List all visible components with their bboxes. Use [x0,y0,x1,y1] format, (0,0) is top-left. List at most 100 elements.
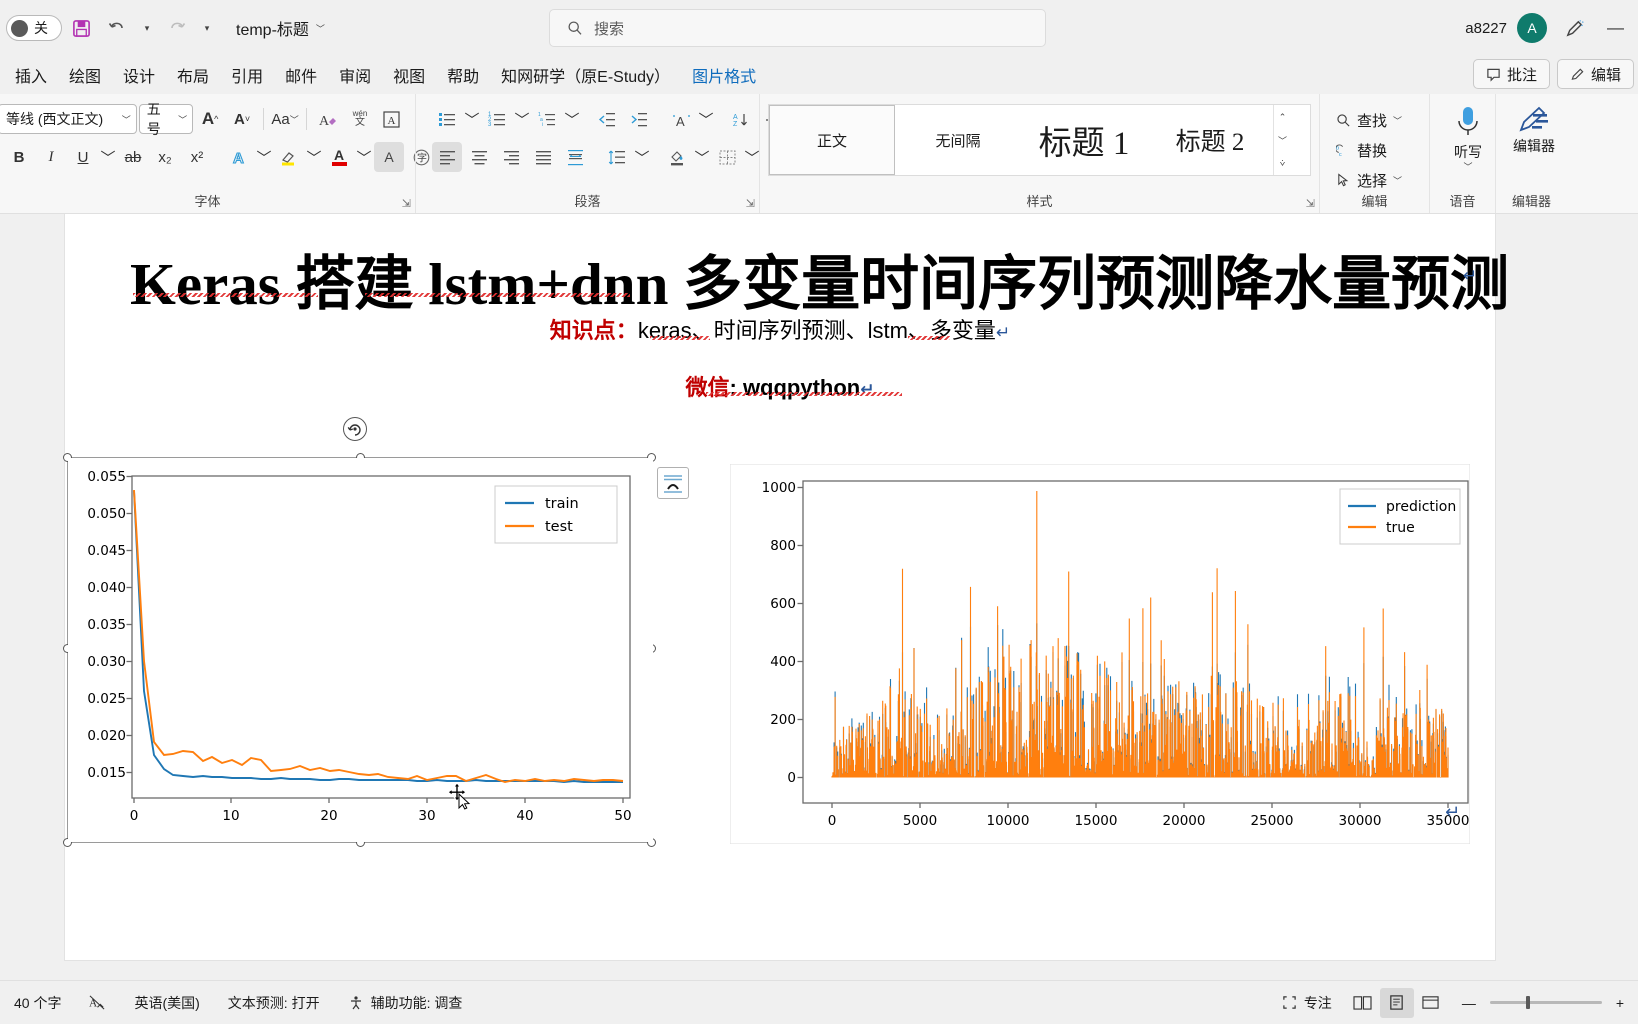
redo-icon[interactable] [160,11,194,45]
undo-dropdown-icon[interactable]: ▾ [136,11,158,45]
zoom-out-button[interactable]: — [1448,995,1490,1011]
read-mode-icon[interactable] [1346,988,1380,1018]
focus-button[interactable]: 专注 [1268,993,1346,1013]
subscript-button[interactable]: x₂ [150,142,180,172]
multilevel-dropdown-icon[interactable]: ﹀ [564,104,580,134]
styles-dialog-launcher[interactable]: ⇲ [1306,197,1315,210]
paragraph-shading-icon[interactable] [662,142,692,172]
tab-引用[interactable]: 引用 [220,59,274,91]
zoom-in-button[interactable]: + [1602,995,1638,1011]
avatar[interactable]: A [1517,13,1547,43]
text-prediction-status[interactable]: 文本预测: 打开 [214,981,334,1024]
superscript-button[interactable]: x² [182,142,212,172]
editor-button[interactable]: 编辑器 [1504,100,1564,155]
align-center-icon[interactable] [464,142,494,172]
paragraph-dialog-launcher[interactable]: ⇲ [746,197,755,210]
layout-options-button[interactable] [657,467,689,499]
chart-prediction-vs-true[interactable]: 1000 800 600 400 200 0 0 5000 10000 1500… [730,464,1470,844]
tab-审阅[interactable]: 审阅 [328,59,382,91]
text-effects-dropdown-icon[interactable]: ﹀ [256,142,272,172]
style-无间隔[interactable]: 无间隔 [895,105,1021,175]
character-shading-icon[interactable]: A [374,142,404,172]
font-dialog-launcher[interactable]: ⇲ [402,197,411,210]
clear-formatting-icon[interactable]: A [313,104,343,134]
underline-button[interactable]: U [68,142,98,172]
document-page[interactable]: Keras 搭建 lstm+dnn 多变量时间序列预测降水量预测 ↵ 知识点：k… [63,214,1509,960]
highlight-dropdown-icon[interactable]: ﹀ [306,142,322,172]
chinese-layout-icon[interactable]: A [666,104,696,134]
change-case-icon[interactable]: Aa ﹀ [270,104,300,134]
numbered-list-icon[interactable]: 123 [482,104,512,134]
numbered-dropdown-icon[interactable]: ﹀ [514,104,530,134]
italic-button[interactable]: I [36,142,66,172]
accessibility-status[interactable]: 辅助功能: 调查 [334,981,477,1024]
text-effects-icon[interactable]: A [224,142,254,172]
font-name-combo[interactable]: 等线 (西文正文) ﹀ [0,104,137,134]
styles-scroll-down-icon[interactable]: ﹀ [1274,130,1291,150]
shading-dropdown-icon[interactable]: ﹀ [694,142,710,172]
decrease-indent-icon[interactable] [592,104,622,134]
pen-icon[interactable] [1557,11,1591,45]
word-count[interactable]: 40 个字 [0,981,75,1024]
distribute-icon[interactable] [560,142,590,172]
chinese-layout-dropdown-icon[interactable]: ﹀ [698,104,714,134]
tab-插入[interactable]: 插入 [4,59,58,91]
comments-button[interactable]: 批注 [1472,59,1550,89]
bold-button[interactable]: B [4,142,34,172]
select-button[interactable]: 选择 ﹀ [1328,166,1421,194]
undo-icon[interactable] [100,11,134,45]
web-layout-icon[interactable] [1414,988,1448,1018]
dictate-button[interactable]: 听写 ﹀ [1438,100,1498,172]
font-color-dropdown-icon[interactable]: ﹀ [356,142,372,172]
multilevel-list-icon[interactable]: 1ai [532,104,562,134]
proofing-icon[interactable]: A [75,981,120,1024]
increase-indent-icon[interactable] [624,104,654,134]
shrink-font-icon[interactable]: A ˅ [227,104,257,134]
qat-more-icon[interactable]: ▾ [196,11,218,45]
line-spacing-icon[interactable] [602,142,632,172]
styles-scroll[interactable]: ⌃ ﹀ ⩒ [1273,105,1291,175]
align-left-icon[interactable] [432,142,462,172]
justify-icon[interactable] [528,142,558,172]
tab-帮助[interactable]: 帮助 [436,59,490,91]
bullet-dropdown-icon[interactable]: ﹀ [464,104,480,134]
minimize-button[interactable]: — [1601,18,1630,38]
style-正文[interactable]: 正文 [769,105,895,175]
styles-scroll-up-icon[interactable]: ⌃ [1274,107,1291,127]
line-spacing-dropdown-icon[interactable]: ﹀ [634,142,650,172]
replace-button[interactable]: bc 替换 [1328,136,1421,164]
autosave-toggle[interactable]: 关 [6,15,62,41]
document-area[interactable]: Keras 搭建 lstm+dnn 多变量时间序列预测降水量预测 ↵ 知识点：k… [0,214,1638,980]
strikethrough-icon[interactable]: ab [118,142,148,172]
editing-button[interactable]: 编辑 [1556,59,1634,89]
bullet-list-icon[interactable] [432,104,462,134]
sort-icon[interactable]: AZ [726,104,756,134]
print-layout-icon[interactable] [1379,987,1414,1018]
underline-dropdown-icon[interactable]: ﹀ [100,142,116,172]
zoom-slider[interactable] [1489,996,1602,1009]
borders-dropdown-icon[interactable]: ﹀ [744,142,760,172]
tab-布局[interactable]: 布局 [166,59,220,91]
tab-picture-format[interactable]: 图片格式 [681,59,767,91]
grow-font-icon[interactable]: A ^ [195,104,225,134]
highlight-icon[interactable] [274,142,304,172]
tab-视图[interactable]: 视图 [382,59,436,91]
save-icon[interactable] [64,11,98,45]
find-button[interactable]: 查找 ﹀ [1328,106,1421,134]
tab-设计[interactable]: 设计 [112,59,166,91]
character-border-icon[interactable]: A [377,104,407,134]
borders-icon[interactable] [712,142,742,172]
style-标题2[interactable]: 标题 2 [1147,105,1273,175]
align-right-icon[interactable] [496,142,526,172]
language-indicator[interactable]: 英语(美国) [120,981,213,1024]
document-name[interactable]: temp-标题 ﹀ [236,16,325,40]
tab-cnki-estudy[interactable]: 知网研学（原E-Study） [490,59,681,91]
chart-loss-curve[interactable]: 0.055 0.050 0.045 0.040 0.035 0.030 0.02… [68,458,653,842]
zoom-slider-knob[interactable] [1525,996,1530,1009]
tab-邮件[interactable]: 邮件 [274,59,328,91]
font-color-icon[interactable]: A [324,142,354,172]
tab-绘图[interactable]: 绘图 [58,59,112,91]
phonetic-guide-icon[interactable]: wén 文 [345,104,375,134]
font-size-combo[interactable]: 五号 ﹀ [138,101,194,137]
rotate-handle[interactable] [343,417,367,441]
